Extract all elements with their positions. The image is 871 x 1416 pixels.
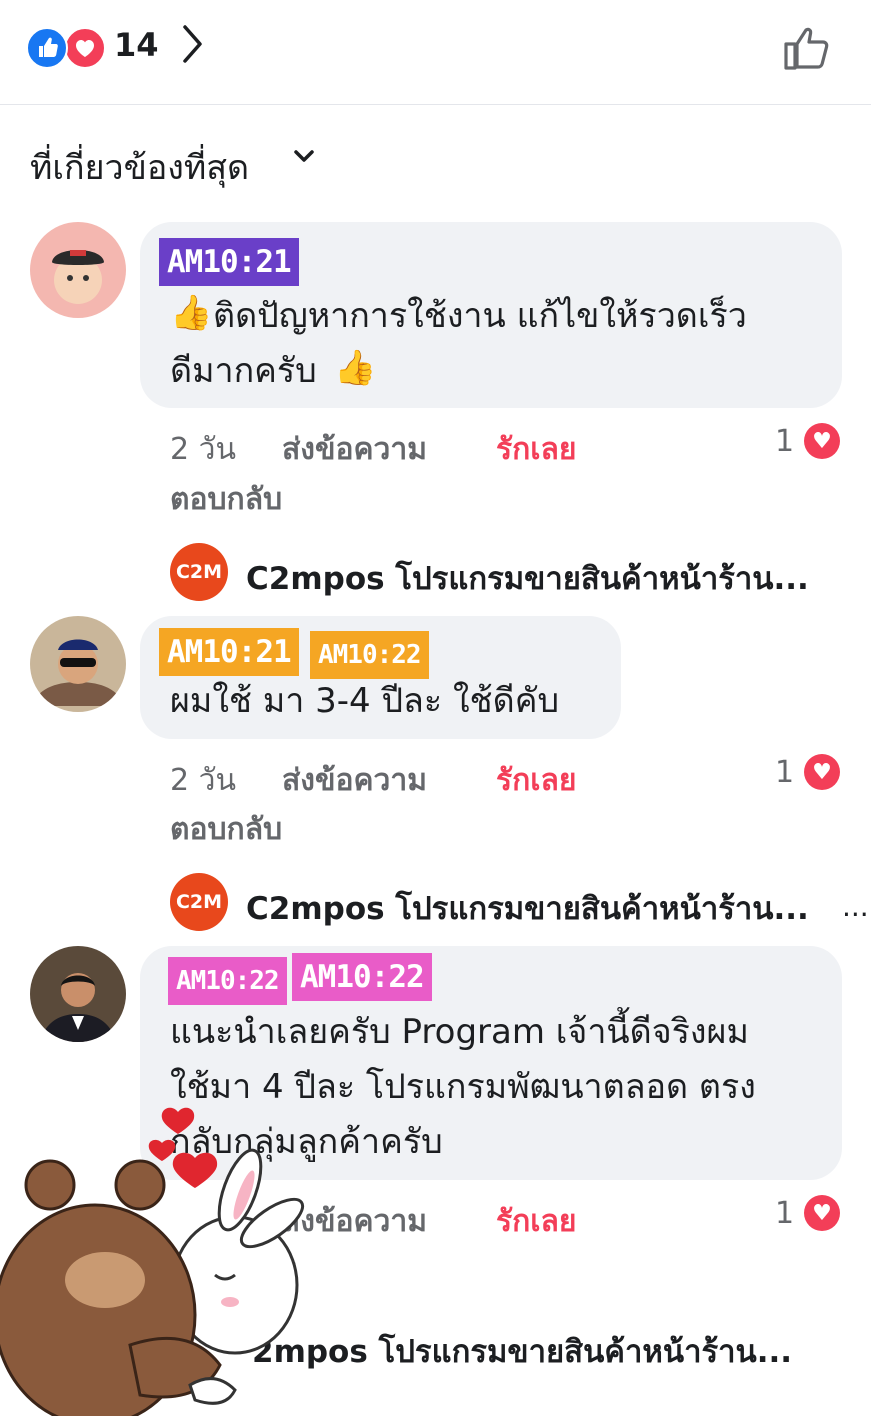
timestamp-badge: AM10:22 bbox=[310, 631, 429, 679]
love-action-button[interactable]: รักเลย bbox=[496, 426, 577, 473]
reply-button[interactable]: ตอบกลับ bbox=[170, 476, 282, 523]
comment-text: แนะนำเลยครับ Program เจ้านี้ดีจริงผม bbox=[170, 1012, 749, 1052]
page-reply-link[interactable]: C2mpos โปรแกรมขายสินค้าหน้าร้าน... bbox=[246, 883, 809, 933]
timestamp-badge: AM10:22 bbox=[168, 957, 287, 1005]
avatar[interactable] bbox=[30, 222, 126, 318]
thumbs-up-emoji-icon: 👍 bbox=[334, 348, 377, 388]
love-action-button[interactable]: รักเลย bbox=[496, 757, 577, 804]
love-badge-icon: ♥ bbox=[804, 423, 840, 459]
comment-text: ดีมากครับ bbox=[170, 351, 317, 391]
reaction-count[interactable]: 14 bbox=[114, 26, 159, 64]
comment-text: ผมใช้ มา 3-4 ปีละ ใช้ดีคับ bbox=[170, 681, 560, 721]
love-badge-icon: ♥ bbox=[804, 1195, 840, 1231]
comment-like-count: 1 bbox=[775, 424, 795, 459]
comment-age: 2 วัน bbox=[170, 763, 236, 798]
avatar[interactable] bbox=[30, 616, 126, 712]
reply-button[interactable]: ตอบกลับ bbox=[170, 806, 282, 853]
bear-bunny-sticker-icon bbox=[0, 1107, 305, 1416]
timestamp-badge: AM10:22 bbox=[292, 953, 432, 1001]
comment-like-count: 1 bbox=[775, 755, 795, 790]
love-action-button[interactable]: รักเลย bbox=[496, 1198, 577, 1245]
page-logo: C2M bbox=[170, 543, 228, 601]
page-reply-link[interactable]: 2mpos โปรแกรมขายสินค้าหน้าร้าน... bbox=[252, 1326, 792, 1376]
avatar[interactable] bbox=[30, 946, 126, 1042]
timestamp-badge: AM10:21 bbox=[159, 238, 299, 286]
chevron-down-icon[interactable] bbox=[292, 142, 316, 175]
comment-age: 2 วัน bbox=[170, 432, 236, 467]
thumbs-up-icon[interactable] bbox=[782, 24, 832, 72]
timestamp-badge: AM10:21 bbox=[159, 628, 299, 676]
page-reply-link[interactable]: C2mpos โปรแกรมขายสินค้าหน้าร้าน... bbox=[246, 553, 809, 603]
thumbs-up-emoji-icon: 👍 bbox=[170, 293, 213, 333]
love-reaction-icon[interactable] bbox=[64, 27, 106, 69]
comment-like-count: 1 bbox=[775, 1196, 795, 1231]
love-badge-icon: ♥ bbox=[804, 754, 840, 790]
like-reaction-icon[interactable] bbox=[26, 27, 68, 69]
more-options-icon[interactable]: ... bbox=[842, 890, 869, 923]
send-message-button[interactable]: ส่งข้อความ bbox=[282, 426, 427, 473]
send-message-button[interactable]: ส่งข้อความ bbox=[282, 757, 427, 804]
page-logo: C2M bbox=[170, 873, 228, 931]
comment-text: ติดปัญหาการใช้งาน แก้ไขให้รวดเร็ว bbox=[213, 296, 747, 336]
chevron-right-icon[interactable] bbox=[180, 22, 206, 75]
sort-label[interactable]: ที่เกี่ยวข้องที่สุด bbox=[30, 140, 249, 194]
